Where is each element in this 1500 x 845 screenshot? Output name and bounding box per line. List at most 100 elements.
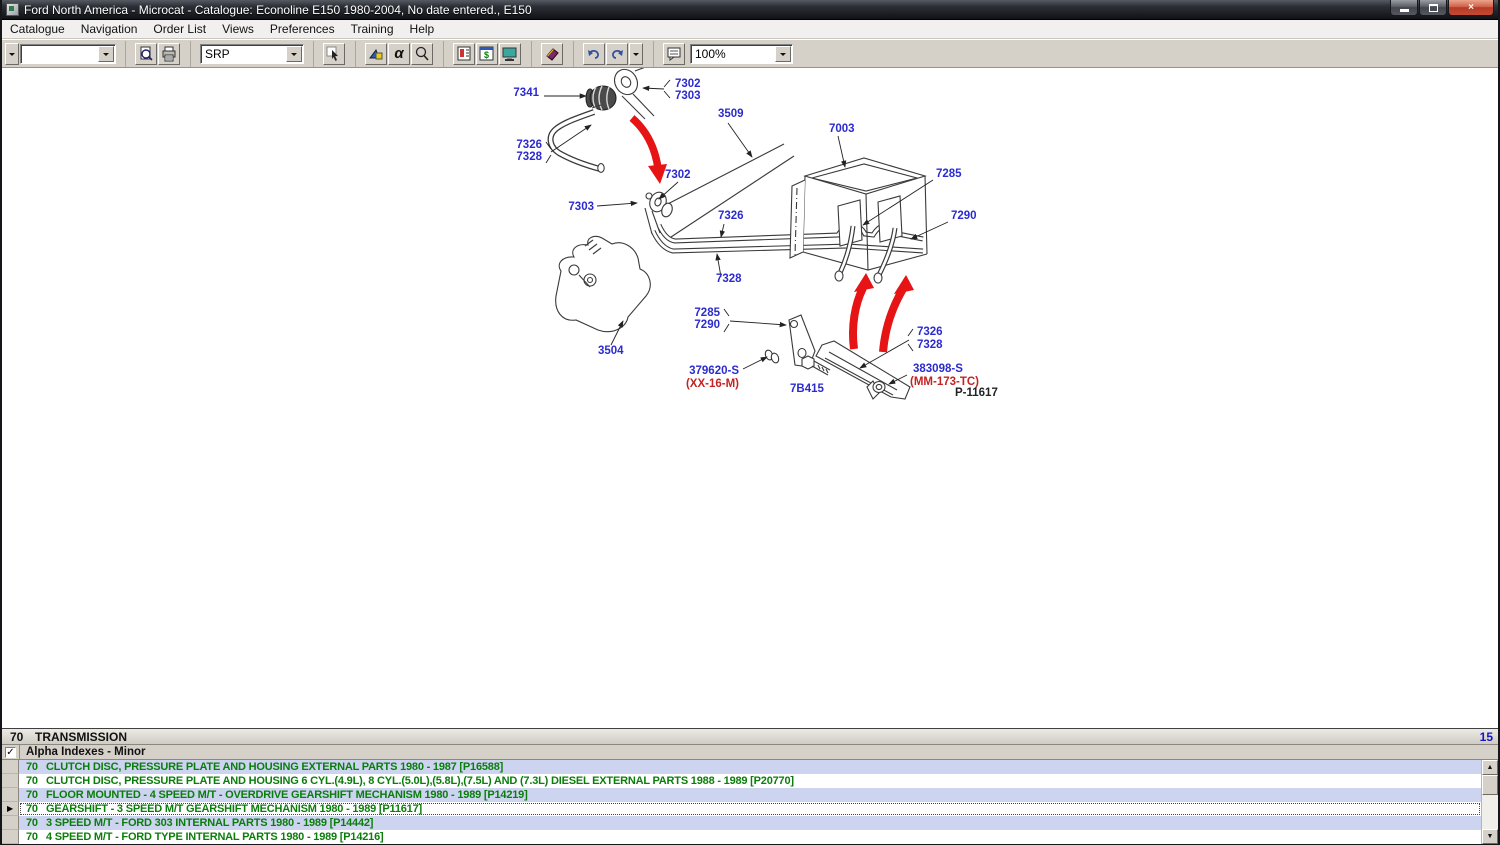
- scroll-track[interactable]: [1482, 795, 1498, 829]
- part-number-label[interactable]: 7290: [951, 210, 977, 222]
- part-number-label[interactable]: 7326: [917, 326, 943, 338]
- parts-list-button[interactable]: [453, 43, 475, 65]
- part-number-label[interactable]: 7328: [516, 151, 542, 163]
- scroll-thumb[interactable]: [1482, 775, 1498, 795]
- row-title: 4 SPEED M/T - FORD TYPE INTERNAL PARTS 1…: [46, 831, 383, 843]
- undo-button[interactable]: [583, 43, 605, 65]
- main-toolbar: SRP α: [2, 39, 1498, 68]
- part-number-label[interactable]: 7303: [568, 201, 594, 213]
- vertical-scrollbar[interactable]: ▲ ▼: [1481, 760, 1498, 844]
- catalogue-book-button[interactable]: [541, 43, 563, 65]
- chevron-down-icon: [8, 50, 16, 58]
- part-number-label[interactable]: 7326: [516, 139, 542, 151]
- parts-shapes-icon: [368, 46, 384, 62]
- redo-icon: [609, 46, 625, 62]
- row-gutter[interactable]: ▶: [2, 760, 19, 774]
- part-number-label[interactable]: 7B415: [790, 383, 824, 395]
- menu-bar: Catalogue Navigation Order List Views Pr…: [2, 20, 1498, 39]
- part-number-label[interactable]: 7285: [694, 307, 720, 319]
- part-number-label[interactable]: 7302: [665, 169, 691, 181]
- part-number-label[interactable]: 7290: [694, 319, 720, 331]
- index-row[interactable]: ▶ 70 3 SPEED M/T - FORD 303 INTERNAL PAR…: [2, 816, 1498, 830]
- row-title: CLUTCH DISC, PRESSURE PLATE AND HOUSING …: [46, 775, 794, 787]
- part-number-label[interactable]: 3509: [718, 108, 744, 120]
- vehicle-combo-dropdown[interactable]: [98, 46, 114, 62]
- filter-checkbox-cell: ✓: [2, 745, 20, 759]
- pricing-info-button[interactable]: $: [476, 43, 498, 65]
- minimize-icon: [1400, 9, 1409, 12]
- row-gutter[interactable]: ▶: [2, 774, 19, 788]
- chevron-down-icon: [632, 50, 640, 58]
- menu-navigation[interactable]: Navigation: [73, 21, 146, 37]
- minimize-button[interactable]: [1390, 0, 1418, 16]
- filter-checkbox[interactable]: ✓: [5, 747, 16, 758]
- redo-dropdown-button[interactable]: [629, 43, 643, 65]
- row-title: FLOOR MOUNTED - 4 SPEED M/T - OVERDRIVE …: [46, 789, 528, 801]
- section-count: 15: [1480, 730, 1493, 744]
- part-number-label[interactable]: 7302: [675, 78, 701, 90]
- filter-row: ✓ Alpha Indexes - Minor: [2, 745, 1498, 760]
- price-window-icon: $: [479, 46, 495, 62]
- maximize-button[interactable]: [1419, 0, 1447, 16]
- menu-catalogue[interactable]: Catalogue: [2, 21, 73, 37]
- book-icon: [544, 46, 560, 62]
- vehicle-combo[interactable]: [20, 44, 116, 64]
- row-gutter[interactable]: ▶: [2, 802, 19, 816]
- print-preview-button[interactable]: [135, 43, 157, 65]
- print-button[interactable]: [158, 43, 180, 65]
- svg-text:$: $: [484, 50, 489, 60]
- part-number-label[interactable]: 7285: [936, 168, 962, 180]
- row-gutter[interactable]: ▶: [2, 830, 19, 844]
- part-number-label[interactable]: 7328: [716, 273, 742, 285]
- menu-training[interactable]: Training: [343, 21, 402, 37]
- part-number-label[interactable]: P-11617: [955, 387, 998, 399]
- toolbar-overflow-button[interactable]: [5, 43, 19, 65]
- part-number-label[interactable]: 7328: [917, 339, 943, 351]
- zoom-combo[interactable]: 100%: [690, 44, 793, 64]
- index-panel: 70 TRANSMISSION 15 ✓ Alpha Indexes - Min…: [2, 728, 1498, 845]
- zoom-combo-dropdown[interactable]: [775, 46, 791, 62]
- index-row[interactable]: ▶ 70 CLUTCH DISC, PRESSURE PLATE AND HOU…: [2, 760, 1498, 774]
- part-number-label[interactable]: 379620-S: [689, 365, 739, 377]
- pricing-combo-dropdown[interactable]: [286, 46, 302, 62]
- index-row[interactable]: ▶ 70 CLUTCH DISC, PRESSURE PLATE AND HOU…: [2, 774, 1498, 788]
- row-gutter[interactable]: ▶: [2, 816, 19, 830]
- pointer-select-icon: [326, 46, 342, 62]
- selected-row-arrow: ▶: [7, 804, 13, 813]
- pricing-level-combo[interactable]: SRP: [200, 44, 304, 64]
- row-section-code: 70: [26, 761, 46, 773]
- alpha-index-button[interactable]: α: [388, 43, 410, 65]
- menu-views[interactable]: Views: [214, 21, 262, 37]
- row-section-code: 70: [26, 817, 46, 829]
- index-row[interactable]: ▶ 70 4 SPEED M/T - FORD TYPE INTERNAL PA…: [2, 830, 1498, 844]
- scroll-down-button[interactable]: ▼: [1482, 829, 1498, 844]
- part-number-label[interactable]: (XX-16-M): [686, 378, 739, 390]
- pointer-select-button[interactable]: [323, 43, 345, 65]
- filter-label: Alpha Indexes - Minor: [20, 746, 146, 758]
- row-gutter[interactable]: ▶: [2, 788, 19, 802]
- section-code: 70: [10, 730, 35, 744]
- redo-button[interactable]: [606, 43, 628, 65]
- printer-icon: [161, 46, 177, 62]
- menu-help[interactable]: Help: [402, 21, 443, 37]
- part-number-label[interactable]: 7341: [513, 87, 539, 99]
- menu-preferences[interactable]: Preferences: [262, 21, 343, 37]
- screen-view-button[interactable]: [499, 43, 521, 65]
- menu-order-list[interactable]: Order List: [145, 21, 214, 37]
- part-number-label[interactable]: 3504: [598, 345, 624, 357]
- comment-bubble-icon: [666, 46, 682, 62]
- scroll-up-button[interactable]: ▲: [1482, 760, 1498, 775]
- notes-button[interactable]: [663, 43, 685, 65]
- part-number-label[interactable]: 7303: [675, 90, 701, 102]
- magnifier-icon: [414, 46, 430, 62]
- parts-graphic-button[interactable]: [365, 43, 387, 65]
- index-row[interactable]: ▶ 70 GEARSHIFT - 3 SPEED M/T GEARSHIFT M…: [2, 802, 1498, 816]
- search-button[interactable]: [411, 43, 433, 65]
- index-row[interactable]: ▶ 70 FLOOR MOUNTED - 4 SPEED M/T - OVERD…: [2, 788, 1498, 802]
- part-number-label[interactable]: 7003: [829, 123, 855, 135]
- chevron-down-icon: [779, 50, 787, 58]
- pricing-level-value: SRP: [201, 47, 285, 61]
- close-button[interactable]: ×: [1448, 0, 1494, 16]
- part-number-label[interactable]: 383098-S: [913, 363, 963, 375]
- part-number-label[interactable]: 7326: [718, 210, 744, 222]
